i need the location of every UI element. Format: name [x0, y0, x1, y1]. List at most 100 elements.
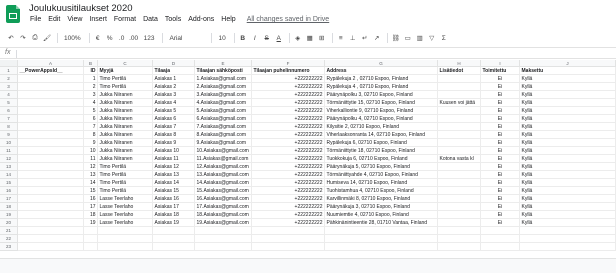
table-cell[interactable]: Rypälekuja 4 , 02710 Espoo, Finland [325, 83, 438, 91]
table-cell[interactable] [18, 211, 84, 219]
table-cell[interactable]: Asiakas 2 [153, 83, 195, 91]
column-header-c[interactable]: C [98, 60, 153, 67]
table-cell[interactable]: Päärynäkuja 3, 02710 Espoo, Finland [325, 203, 438, 211]
table-cell[interactable]: Ei [481, 123, 520, 131]
table-cell[interactable]: Kyllä [520, 123, 616, 131]
row-header[interactable]: 12 [0, 155, 18, 163]
table-cell[interactable] [18, 179, 84, 187]
insert-link-icon[interactable]: ⛓ [391, 32, 401, 44]
table-cell[interactable]: Timo Pertilä [98, 187, 153, 195]
table-cell[interactable]: 17.Asiakas@gmail.com [195, 203, 252, 211]
increase-decimal-button[interactable]: .00 [129, 32, 139, 44]
table-cell[interactable]: Asiakas 12 [153, 163, 195, 171]
table-cell[interactable]: 18.Asiakas@gmail.com [195, 211, 252, 219]
table-cell[interactable] [481, 235, 520, 243]
table-cell[interactable]: Jukka Niiranen [98, 123, 153, 131]
table-cell[interactable]: Asiakas 17 [153, 203, 195, 211]
column-header-d[interactable]: D [153, 60, 195, 67]
table-cell[interactable]: Kyllä [520, 155, 616, 163]
row-header[interactable]: 18 [0, 203, 18, 211]
table-cell[interactable]: Kyllä [520, 147, 616, 155]
table-cell[interactable] [438, 203, 481, 211]
table-cell[interactable]: 14.Asiakas@gmail.com [195, 179, 252, 187]
table-cell[interactable]: Asiakas 7 [153, 123, 195, 131]
table-cell[interactable] [153, 243, 195, 251]
table-cell[interactable]: 11 [84, 155, 98, 163]
table-cell[interactable]: +222222222 [252, 91, 325, 99]
more-formats-select[interactable]: 123 [141, 32, 158, 44]
table-cell[interactable] [18, 115, 84, 123]
table-cell[interactable]: +222222222 [252, 155, 325, 163]
table-cell[interactable]: +222222222 [252, 83, 325, 91]
table-cell[interactable]: Jukka Niiranen [98, 155, 153, 163]
table-cell[interactable]: Lasse Teerlaho [98, 195, 153, 203]
table-cell[interactable]: Ei [481, 195, 520, 203]
table-cell[interactable]: 13.Asiakas@gmail.com [195, 171, 252, 179]
table-cell[interactable] [252, 227, 325, 235]
table-cell[interactable]: 5.Asiakas@gmail.com [195, 107, 252, 115]
table-cell[interactable] [18, 83, 84, 91]
table-cell[interactable]: Timo Pertilä [98, 75, 153, 83]
table-cell[interactable] [481, 227, 520, 235]
table-cell[interactable]: Jukka Niiranen [98, 99, 153, 107]
table-cell[interactable] [18, 163, 84, 171]
table-cell[interactable]: Kyllä [520, 131, 616, 139]
merge-cells-icon[interactable]: ⊞ [317, 32, 327, 44]
table-cell[interactable]: 10 [84, 147, 98, 155]
table-cell[interactable]: +222222222 [252, 179, 325, 187]
table-cell[interactable]: +222222222 [252, 163, 325, 171]
menu-insert[interactable]: Insert [89, 16, 107, 26]
table-cell[interactable]: Kyllä [520, 195, 616, 203]
table-cell[interactable]: 11.Asiakas@gmail.com [195, 155, 252, 163]
table-cell[interactable]: +222222222 [252, 99, 325, 107]
table-cell[interactable]: 2 [84, 83, 98, 91]
header-cell[interactable]: Tilaajan sähköposti [195, 67, 252, 75]
table-cell[interactable]: Ei [481, 83, 520, 91]
table-cell[interactable]: Lasse Teerlaho [98, 203, 153, 211]
table-cell[interactable]: Kyllä [520, 163, 616, 171]
table-cell[interactable]: Kilysitie 2, 02710 Espoo, Finland [325, 123, 438, 131]
table-cell[interactable]: 15.Asiakas@gmail.com [195, 187, 252, 195]
table-cell[interactable]: Kyllä [520, 179, 616, 187]
table-cell[interactable] [438, 243, 481, 251]
row-header[interactable]: 10 [0, 139, 18, 147]
column-header-i[interactable]: I [481, 60, 520, 67]
table-cell[interactable]: Ei [481, 163, 520, 171]
table-cell[interactable]: Timo Pertilä [98, 179, 153, 187]
table-cell[interactable]: +222222222 [252, 147, 325, 155]
column-header-h[interactable]: H [438, 60, 481, 67]
table-cell[interactable] [18, 99, 84, 107]
table-cell[interactable]: Jukka Niiranen [98, 115, 153, 123]
row-header[interactable]: 4 [0, 91, 18, 99]
table-cell[interactable] [438, 75, 481, 83]
row-header[interactable]: 13 [0, 163, 18, 171]
horizontal-align-icon[interactable]: ≡ [336, 32, 346, 44]
table-cell[interactable]: Ei [481, 211, 520, 219]
table-cell[interactable]: 1 [84, 75, 98, 83]
table-cell[interactable]: 3 [84, 91, 98, 99]
table-cell[interactable] [18, 147, 84, 155]
row-header[interactable]: 8 [0, 123, 18, 131]
table-cell[interactable]: Timo Pertilä [98, 171, 153, 179]
table-cell[interactable]: Jukka Niiranen [98, 91, 153, 99]
row-header[interactable]: 19 [0, 211, 18, 219]
text-rotation-icon[interactable]: ↗ [372, 32, 382, 44]
table-cell[interactable]: 4.Asiakas@gmail.com [195, 99, 252, 107]
redo-icon[interactable]: ↷ [18, 32, 28, 44]
table-cell[interactable] [195, 227, 252, 235]
menu-format[interactable]: Format [114, 16, 136, 26]
table-cell[interactable]: Päärynäpolku 3, 02710 Espoo, Finland [325, 91, 438, 99]
table-cell[interactable]: Kyllä [520, 219, 616, 227]
table-cell[interactable]: Humiseva 14, 02710 Espoo, Finland [325, 179, 438, 187]
menu-addons[interactable]: Add-ons [188, 16, 214, 26]
table-cell[interactable]: +222222222 [252, 139, 325, 147]
currency-format-button[interactable]: € [93, 32, 103, 44]
vertical-align-icon[interactable]: ⊥ [348, 32, 358, 44]
table-cell[interactable] [18, 171, 84, 179]
header-cell[interactable]: Myyjä [98, 67, 153, 75]
table-cell[interactable] [18, 91, 84, 99]
row-header[interactable]: 2 [0, 75, 18, 83]
table-cell[interactable]: Kyllä [520, 187, 616, 195]
table-cell[interactable] [325, 227, 438, 235]
table-cell[interactable] [18, 123, 84, 131]
